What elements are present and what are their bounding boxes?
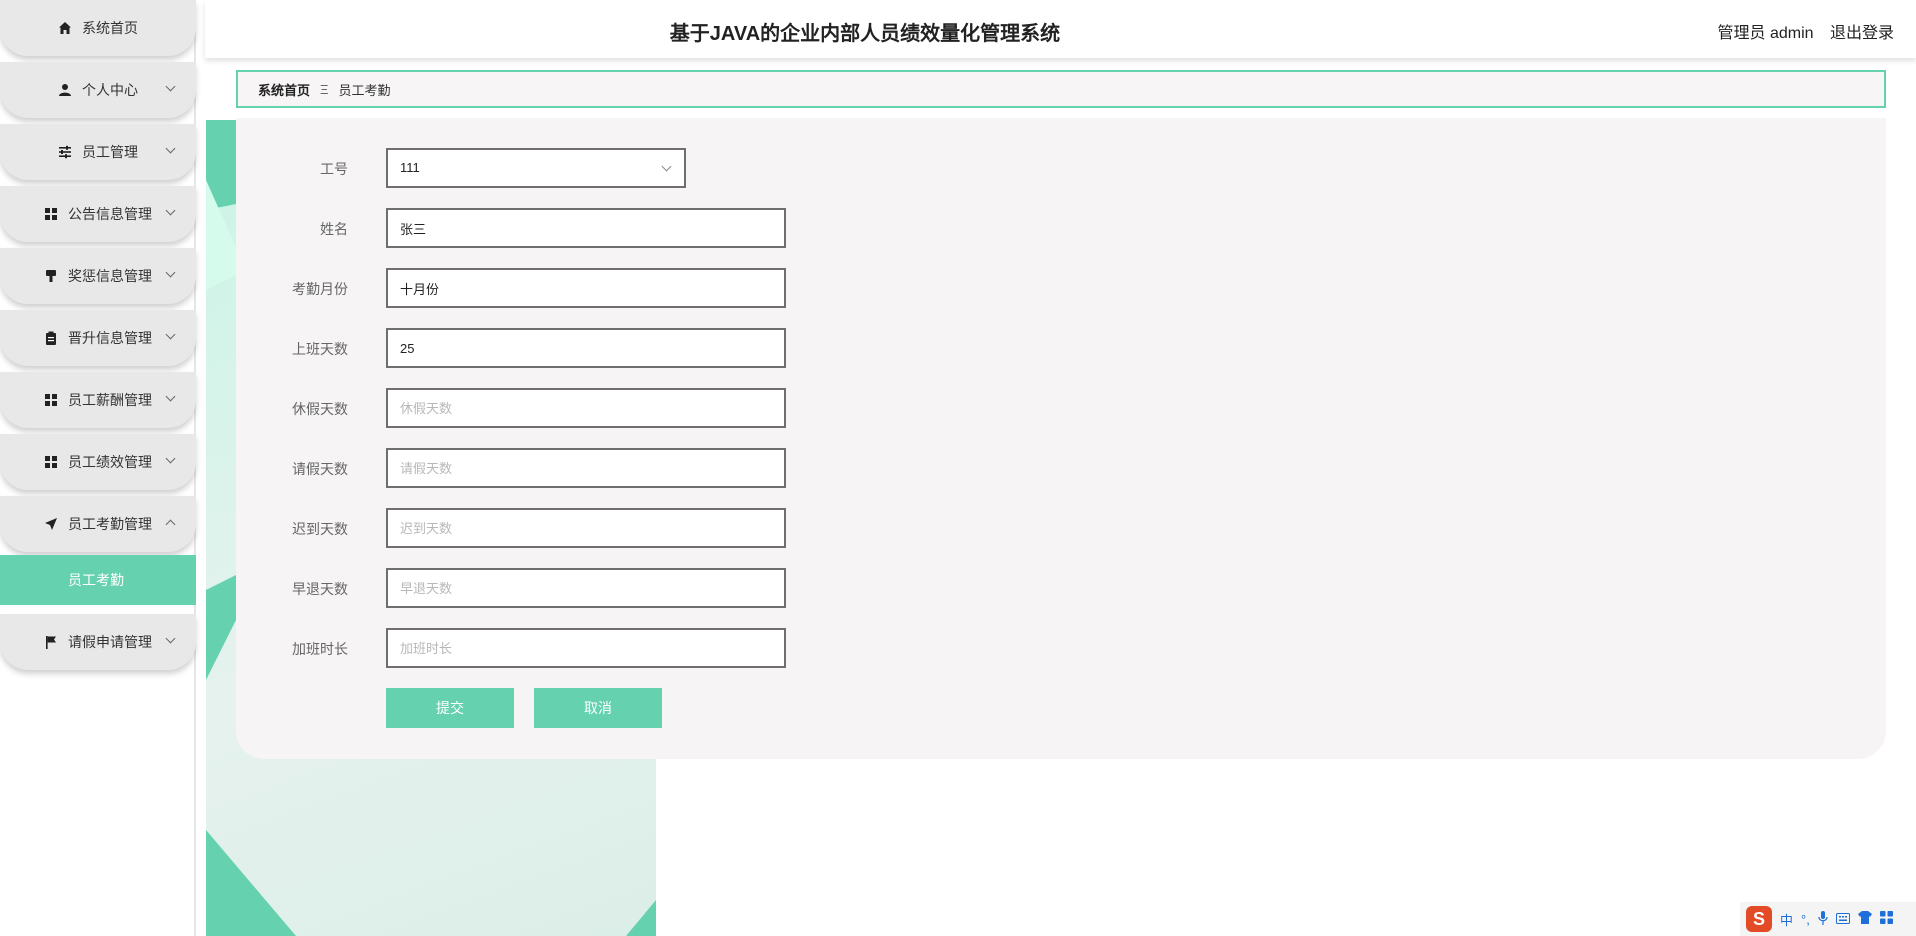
leave-days-field[interactable] xyxy=(386,448,786,488)
holiday-days-label: 休假天数 xyxy=(292,401,348,417)
microphone-icon[interactable] xyxy=(1818,910,1828,928)
logout-link[interactable]: 退出登录 xyxy=(1830,25,1894,42)
punctuation-icon[interactable]: °, xyxy=(1801,912,1810,927)
sidebar-item-label: 系统首页 xyxy=(82,20,138,36)
ime-logo-icon[interactable]: S xyxy=(1746,906,1772,932)
home-icon xyxy=(58,21,72,35)
sidebar-item-label: 员工管理 xyxy=(82,144,138,160)
sidebar-item-leave-management[interactable]: 请假申请管理 xyxy=(0,614,196,670)
late-days-label: 迟到天数 xyxy=(292,521,348,537)
person-icon xyxy=(58,83,72,97)
employee-id-value: 111 xyxy=(400,160,420,175)
sidebar-item-label: 员工考勤管理 xyxy=(68,516,152,532)
month-field[interactable] xyxy=(386,268,786,308)
chevron-down-icon xyxy=(165,81,176,92)
sidebar-item-reward-management[interactable]: 奖惩信息管理 xyxy=(0,248,196,304)
breadcrumb-current: 员工考勤 xyxy=(338,82,391,98)
sidebar-item-salary-management[interactable]: 员工薪酬管理 xyxy=(0,372,196,428)
early-days-field[interactable] xyxy=(386,568,786,608)
clipboard-icon xyxy=(44,331,58,345)
ime-language[interactable]: 中 xyxy=(1780,910,1793,929)
sidebar-item-employee-management[interactable]: 员工管理 xyxy=(0,124,196,180)
sliders-icon xyxy=(58,145,72,159)
overtime-field[interactable] xyxy=(386,628,786,668)
sidebar-item-notice-management[interactable]: 公告信息管理 xyxy=(0,186,196,242)
late-days-field[interactable] xyxy=(386,508,786,548)
sidebar-item-personal-center[interactable]: 个人中心 xyxy=(0,62,196,118)
attendance-form: 工号 111 姓名 考勤月份 上班天数 休假天数 请假天数 迟到天数 早退天数 … xyxy=(236,118,1886,759)
form-actions: 提交 取消 xyxy=(236,688,736,728)
current-user: 管理员 admin xyxy=(1717,25,1814,42)
work-days-field[interactable] xyxy=(386,328,786,368)
sidebar-item-label: 请假申请管理 xyxy=(68,634,152,650)
holiday-days-field[interactable] xyxy=(386,388,786,428)
sidebar-item-attendance-management[interactable]: 员工考勤管理 xyxy=(0,496,196,552)
work-days-label: 上班天数 xyxy=(292,341,348,357)
name-field[interactable] xyxy=(386,208,786,248)
employee-id-select[interactable]: 111 xyxy=(386,148,686,188)
sidebar-item-label: 员工绩效管理 xyxy=(68,454,152,470)
sidebar-item-label: 奖惩信息管理 xyxy=(68,268,152,284)
grid-icon xyxy=(44,393,58,407)
top-bar: 基于JAVA的企业内部人员绩效量化管理系统 管理员 admin 退出登录 xyxy=(205,0,1916,58)
chevron-down-icon xyxy=(661,161,672,172)
user-area: 管理员 admin 退出登录 xyxy=(1718,19,1895,43)
month-label: 考勤月份 xyxy=(292,281,348,297)
ime-toolbar: S 中 °, xyxy=(1740,902,1916,936)
cancel-button[interactable]: 取消 xyxy=(534,688,662,728)
brush-icon xyxy=(44,269,58,283)
chevron-down-icon xyxy=(165,453,176,464)
grid-icon xyxy=(44,207,58,221)
early-days-label: 早退天数 xyxy=(292,581,348,597)
sidebar-item-home[interactable]: 系统首页 xyxy=(0,0,196,56)
sidebar-item-label: 员工薪酬管理 xyxy=(68,392,152,408)
sidebar-item-performance-management[interactable]: 员工绩效管理 xyxy=(0,434,196,490)
submit-button[interactable]: 提交 xyxy=(386,688,514,728)
sidebar-item-label: 公告信息管理 xyxy=(68,206,152,222)
sidebar-item-label: 晋升信息管理 xyxy=(68,330,152,346)
chevron-up-icon xyxy=(165,519,176,530)
breadcrumb-home[interactable]: 系统首页 xyxy=(258,80,310,99)
sidebar-item-promotion-management[interactable]: 晋升信息管理 xyxy=(0,310,196,366)
grid-icon xyxy=(44,455,58,469)
skin-icon[interactable] xyxy=(1857,911,1872,927)
keyboard-icon[interactable] xyxy=(1835,912,1850,927)
name-label: 姓名 xyxy=(320,221,348,237)
toolbox-icon[interactable] xyxy=(1879,911,1893,927)
flag-icon xyxy=(44,635,58,649)
send-icon xyxy=(44,517,58,531)
leave-days-label: 请假天数 xyxy=(292,461,348,477)
chevron-down-icon xyxy=(165,391,176,402)
page-title: 基于JAVA的企业内部人员绩效量化管理系统 xyxy=(669,23,1061,45)
chevron-down-icon xyxy=(165,633,176,644)
breadcrumb-separator: Ξ xyxy=(320,81,329,97)
sidebar-item-label: 个人中心 xyxy=(82,82,138,98)
employee-id-label: 工号 xyxy=(320,161,348,177)
chevron-down-icon xyxy=(165,329,176,340)
breadcrumb: 系统首页 Ξ 员工考勤 xyxy=(236,70,1886,108)
sidebar: 系统首页 个人中心 员工管理 公告信息管理 奖惩信息管理 晋升信息管理 员工薪酬… xyxy=(0,0,196,936)
chevron-down-icon xyxy=(165,267,176,278)
chevron-down-icon xyxy=(165,143,176,154)
sidebar-subitem-attendance[interactable]: 员工考勤 xyxy=(0,555,196,605)
chevron-down-icon xyxy=(165,205,176,216)
overtime-label: 加班时长 xyxy=(292,641,348,657)
